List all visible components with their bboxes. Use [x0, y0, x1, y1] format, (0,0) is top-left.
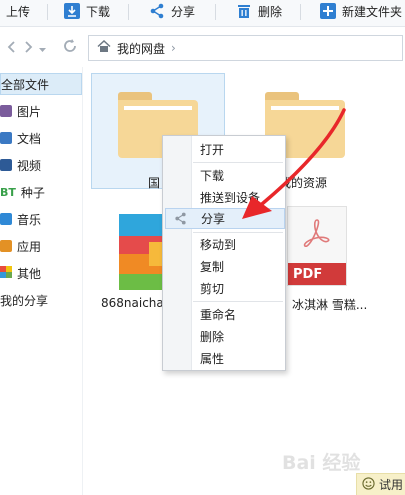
watermark: Bai 经验: [282, 452, 361, 474]
sidebar-item-videos[interactable]: 视频: [0, 154, 82, 176]
share-label: 分享: [171, 4, 196, 19]
menu-item-push-to-device[interactable]: 推送到设备: [191, 187, 285, 208]
file-name[interactable]: 我的资源: [279, 174, 327, 191]
sidebar-item-label: 视频: [17, 158, 42, 173]
sidebar-item-label: 应用: [17, 239, 42, 254]
menu-item-share[interactable]: 分享: [165, 208, 285, 229]
delete-button[interactable]: 删除: [236, 0, 282, 22]
toolbar-divider: [47, 4, 48, 20]
file-name[interactable]: 冰淇淋 雪糕...: [292, 296, 367, 313]
new-folder-label: 新建文件夹: [342, 4, 403, 19]
picture-icon: [0, 105, 12, 117]
toolbar-divider: [300, 4, 301, 20]
share-icon: [174, 212, 187, 228]
download-icon: [64, 3, 80, 19]
menu-item-properties[interactable]: 属性: [191, 348, 285, 369]
sidebar-item-all-files[interactable]: 全部文件: [0, 73, 82, 95]
refresh-icon[interactable]: [62, 38, 78, 58]
menu-separator: [193, 232, 283, 233]
plus-icon: [320, 3, 336, 19]
upload-button[interactable]: 上传: [6, 0, 30, 22]
download-button[interactable]: 下载: [64, 0, 110, 22]
apk-file-icon[interactable]: [119, 214, 167, 290]
sidebar-item-label: 音乐: [17, 212, 42, 227]
pdf-file-icon[interactable]: PDF: [287, 206, 347, 286]
context-menu: 打开 下载 推送到设备 分享 移动到 复制 剪切 重命名 删除 属性: [162, 135, 286, 371]
document-icon: [0, 132, 12, 144]
upload-label: 上传: [6, 4, 31, 19]
smiley-icon: [362, 476, 375, 493]
sidebar-item-other[interactable]: 其他: [0, 262, 82, 284]
sidebar-item-apps[interactable]: 应用: [0, 235, 82, 257]
sidebar-item-my-shares[interactable]: 我的分享: [0, 289, 82, 311]
toolbar-divider: [128, 4, 129, 20]
video-icon: [0, 159, 12, 171]
new-folder-button[interactable]: 新建文件夹: [320, 0, 402, 22]
file-name[interactable]: 国: [148, 174, 160, 191]
menu-item-delete[interactable]: 删除: [191, 326, 285, 347]
sidebar-item-label: 图片: [17, 104, 42, 119]
menu-separator: [193, 162, 283, 163]
app-icon: [0, 240, 12, 252]
trash-icon: [236, 3, 252, 19]
delete-label: 删除: [258, 4, 283, 19]
context-menu-gutter: [163, 136, 192, 370]
toolbar-divider: [215, 4, 216, 20]
sidebar-item-music[interactable]: 音乐: [0, 208, 82, 230]
toolbar: 上传 下载 分享 删除 新建文件夹: [0, 0, 405, 27]
address-bar[interactable]: 我的网盘 ›: [88, 35, 403, 61]
sidebar-item-torrents[interactable]: BT 种子: [0, 181, 82, 203]
bt-icon: BT: [0, 185, 16, 199]
menu-item-move-to[interactable]: 移动到: [191, 234, 285, 255]
sidebar-item-label: 文档: [17, 131, 42, 146]
breadcrumb-home[interactable]: 我的网盘: [117, 40, 165, 57]
home-icon[interactable]: [97, 39, 111, 56]
sidebar-item-label: 全部文件: [1, 77, 50, 92]
menu-item-open[interactable]: 打开: [191, 139, 285, 160]
other-icon: [0, 265, 12, 281]
download-label: 下载: [86, 4, 111, 19]
sidebar-item-documents[interactable]: 文档: [0, 127, 82, 149]
sidebar-item-pictures[interactable]: 图片: [0, 100, 82, 122]
forward-arrow-icon[interactable]: [22, 40, 34, 58]
file-name[interactable]: 868naicha-: [101, 296, 168, 310]
trial-label: 试用: [379, 478, 404, 492]
trial-badge[interactable]: 试用: [356, 473, 405, 495]
history-dropdown-icon[interactable]: [38, 43, 47, 58]
menu-item-copy[interactable]: 复制: [191, 256, 285, 277]
sidebar-item-label: 其他: [17, 266, 42, 281]
share-icon: [149, 3, 165, 19]
menu-item-cut[interactable]: 剪切: [191, 278, 285, 299]
menu-item-download[interactable]: 下载: [191, 165, 285, 186]
sidebar-item-label: 我的分享: [0, 293, 49, 308]
menu-item-rename[interactable]: 重命名: [191, 304, 285, 325]
breadcrumb-separator: ›: [171, 41, 176, 55]
back-arrow-icon[interactable]: [6, 40, 18, 58]
sidebar-item-label: 种子: [20, 185, 45, 200]
share-button[interactable]: 分享: [149, 0, 195, 22]
menu-separator: [193, 301, 283, 302]
pdf-label: PDF: [288, 263, 346, 285]
music-icon: [0, 213, 12, 225]
